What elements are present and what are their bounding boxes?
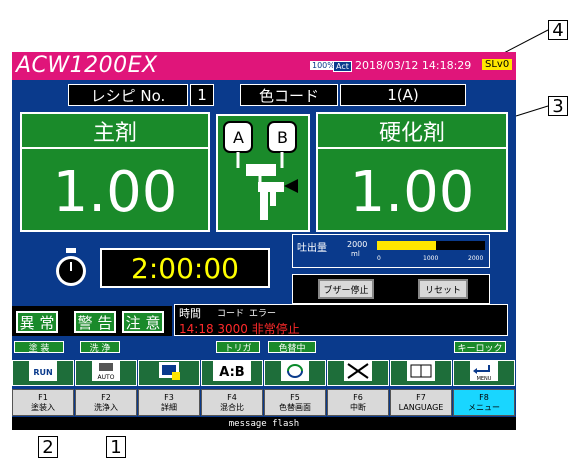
menu-icon: MENU — [469, 360, 499, 386]
security-level-badge[interactable]: SLv0 — [482, 59, 513, 70]
color-code-label: 色コード — [240, 84, 338, 106]
ab-mix-icon: A:B — [212, 360, 252, 386]
error-log[interactable]: 時間 コード エラー 14:18 3000 非常停止 — [174, 304, 508, 336]
svg-text:RUN: RUN — [33, 368, 52, 377]
key-lock-status[interactable]: キーロック — [454, 341, 506, 354]
message-bar: message flash — [12, 417, 516, 430]
mixer-label-a: A — [233, 128, 244, 147]
function-key-label: 詳細 — [161, 402, 177, 412]
function-key-number: F1 — [38, 392, 48, 402]
function-key-label: 色替画面 — [279, 402, 311, 412]
svg-text:AUTO: AUTO — [98, 374, 115, 381]
flow-tick-1000: 1000 — [423, 255, 439, 262]
ab-mix-tile[interactable]: A:B — [201, 360, 263, 386]
function-key-label: 中断 — [350, 402, 366, 412]
stopwatch-icon — [56, 248, 86, 286]
function-key-label: 洗浄入 — [94, 402, 118, 412]
stop-cross-icon — [343, 360, 373, 386]
hardener-value: 1.00 — [349, 159, 475, 225]
function-key-label: 混合比 — [220, 402, 244, 412]
callout-3-line — [515, 105, 549, 117]
log-header-error: エラー — [249, 309, 277, 319]
mixer-graphic: A B — [216, 114, 310, 232]
flow-bar-fill — [377, 241, 437, 250]
mixer-label-b: B — [277, 128, 288, 147]
function-key-number: F2 — [101, 392, 111, 402]
book-icon — [406, 360, 436, 386]
color-cycle-icon — [280, 360, 310, 386]
callout-4: 4 — [548, 20, 568, 41]
color-change-status: 色替中 — [268, 341, 316, 354]
color-cycle-tile[interactable] — [264, 360, 326, 386]
auto-icon: AUTO — [91, 360, 121, 386]
reset-button[interactable]: リセット — [418, 279, 468, 299]
hardener-panel[interactable]: 硬化剤 1.00 — [316, 112, 508, 232]
function-key-f6[interactable]: F6 中断 — [327, 389, 389, 416]
detail-tile[interactable] — [138, 360, 200, 386]
function-key-f7[interactable]: F7 LANGUAGE — [390, 389, 452, 416]
function-key-label: 塗装入 — [31, 402, 55, 412]
book-tile[interactable] — [390, 360, 452, 386]
flow-unit: ml — [351, 250, 360, 258]
recipe-label: レシピ No. — [68, 84, 188, 106]
svg-text:A:B: A:B — [219, 365, 244, 380]
main-agent-label: 主剤 — [22, 114, 208, 149]
function-key-number: F6 — [353, 392, 363, 402]
svg-text:MENU: MENU — [477, 376, 492, 382]
function-key-label: メニュー — [468, 402, 500, 412]
act-badge: Act — [333, 61, 352, 72]
datetime: 2018/03/12 14:18:29 — [355, 59, 472, 72]
main-agent-value: 1.00 — [52, 159, 178, 225]
timer-display: 2:00:00 — [100, 248, 270, 288]
function-key-f1[interactable]: F1 塗装入 — [12, 389, 74, 416]
function-key-label: LANGUAGE — [398, 402, 444, 412]
flow-bar-track — [377, 241, 485, 250]
run-tile[interactable]: RUN — [12, 360, 74, 386]
main-agent-panel[interactable]: 主剤 1.00 — [20, 112, 210, 232]
color-code-value[interactable]: 1(A) — [340, 84, 466, 106]
run-icon: RUN — [28, 360, 58, 386]
mixer-gun-icon — [223, 121, 298, 220]
app-title: ACW1200EX — [16, 53, 158, 78]
caution-indicator[interactable]: 注 意 — [121, 310, 165, 334]
detail-icon — [154, 360, 184, 386]
log-entry: 14:18 3000 非常停止 — [179, 322, 300, 336]
function-key-number: F8 — [479, 392, 489, 402]
hardener-label: 硬化剤 — [318, 114, 506, 149]
function-key-number: F4 — [227, 392, 237, 402]
trigger-status: トリガ — [216, 341, 260, 354]
function-key-f5[interactable]: F5 色替画面 — [264, 389, 326, 416]
function-key-f3[interactable]: F3 詳細 — [138, 389, 200, 416]
stop-cross-tile[interactable] — [327, 360, 389, 386]
flow-tick-2000: 2000 — [468, 255, 484, 262]
function-key-number: F3 — [164, 392, 174, 402]
abnormal-indicator[interactable]: 異 常 — [15, 310, 59, 334]
function-key-f8[interactable]: F8 メニュー — [453, 389, 515, 416]
callout-1: 1 — [106, 436, 126, 458]
function-key-number: F5 — [290, 392, 300, 402]
callout-3: 3 — [548, 96, 568, 117]
callout-2: 2 — [38, 436, 58, 458]
auto-tile[interactable]: AUTO — [75, 360, 137, 386]
log-header-time: 時間 — [179, 307, 201, 320]
painting-status: 塗 装 — [14, 341, 64, 354]
buzzer-stop-button[interactable]: ブザー停止 — [318, 279, 374, 299]
flow-label: 吐出量 — [297, 243, 327, 254]
flow-gauge: 吐出量 2000 ml 0 1000 2000 — [292, 234, 490, 268]
cleaning-status: 洗 浄 — [80, 341, 120, 354]
warning-indicator[interactable]: 警 告 — [73, 310, 117, 334]
function-key-f4[interactable]: F4 混合比 — [201, 389, 263, 416]
recipe-number[interactable]: 1 — [190, 84, 214, 106]
function-key-number: F7 — [416, 392, 426, 402]
log-header-code: コード — [217, 309, 245, 319]
function-key-f2[interactable]: F2 洗浄入 — [75, 389, 137, 416]
menu-tile[interactable]: MENU — [453, 360, 515, 386]
flow-max: 2000 — [347, 240, 368, 249]
flow-tick-0: 0 — [377, 255, 381, 262]
